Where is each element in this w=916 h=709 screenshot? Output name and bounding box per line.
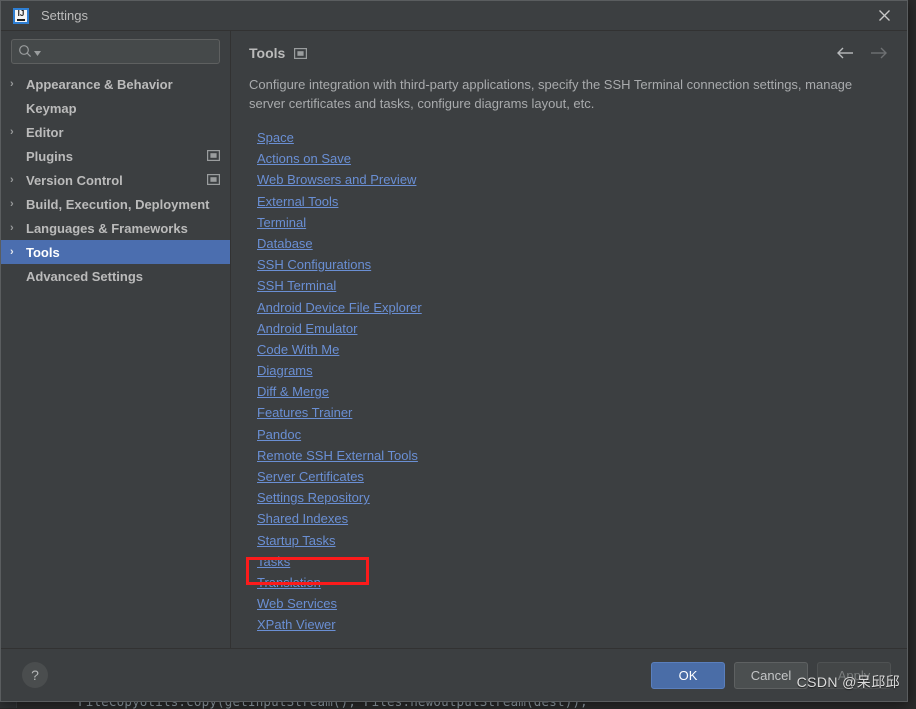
tool-link-server-certificates[interactable]: Server Certificates bbox=[257, 466, 364, 487]
sidebar-item-plugins[interactable]: › Plugins bbox=[1, 144, 230, 168]
settings-tree: › Appearance & Behavior › Keymap › Edito… bbox=[1, 70, 230, 648]
close-icon[interactable] bbox=[861, 1, 907, 30]
sidebar-item-label: Appearance & Behavior bbox=[26, 76, 173, 92]
sidebar-item-label: Editor bbox=[26, 124, 64, 140]
page-description: Configure integration with third-party a… bbox=[249, 77, 853, 111]
dialog-title-bar: IJ Settings bbox=[1, 1, 907, 30]
tool-link-ssh-configurations[interactable]: SSH Configurations bbox=[257, 254, 371, 275]
tool-link-settings-repository[interactable]: Settings Repository bbox=[257, 487, 370, 508]
chevron-down-icon bbox=[34, 51, 41, 56]
tool-link-ssh-terminal[interactable]: SSH Terminal bbox=[257, 275, 336, 296]
chevron-right-icon: › bbox=[10, 77, 14, 90]
search-container bbox=[1, 31, 230, 70]
chevron-right-icon: › bbox=[10, 125, 14, 138]
tool-link-translation[interactable]: Translation bbox=[257, 572, 321, 593]
sidebar-item-label: Build, Execution, Deployment bbox=[26, 196, 210, 212]
sidebar-item-appearance-behavior[interactable]: › Appearance & Behavior bbox=[1, 72, 230, 96]
chevron-right-icon: › bbox=[10, 245, 14, 258]
intellij-logo-icon: IJ bbox=[13, 7, 29, 24]
project-scope-icon bbox=[294, 47, 308, 59]
sidebar-item-label: Keymap bbox=[26, 100, 77, 116]
tool-link-terminal[interactable]: Terminal bbox=[257, 212, 306, 233]
tool-link-shared-indexes[interactable]: Shared Indexes bbox=[257, 508, 348, 529]
apply-button: Apply bbox=[817, 661, 891, 689]
tool-link-code-with-me[interactable]: Code With Me bbox=[257, 339, 339, 360]
chevron-right-icon: › bbox=[10, 197, 14, 210]
dialog-body: › Appearance & Behavior › Keymap › Edito… bbox=[1, 30, 907, 648]
tool-link-pandoc[interactable]: Pandoc bbox=[257, 424, 301, 445]
intellij-logo-text: IJ bbox=[17, 8, 25, 18]
content-header: Tools bbox=[231, 31, 907, 61]
tool-link-database[interactable]: Database bbox=[257, 233, 313, 254]
help-icon[interactable]: ? bbox=[22, 662, 48, 688]
project-scope-badge-icon bbox=[207, 149, 221, 164]
page-title: Tools bbox=[249, 45, 286, 61]
tool-links-list: Space Actions on Save Web Browsers and P… bbox=[231, 127, 907, 636]
tool-link-diagrams[interactable]: Diagrams bbox=[257, 360, 313, 381]
navigation-buttons bbox=[835, 46, 889, 60]
cancel-button[interactable]: Cancel bbox=[734, 661, 808, 689]
search-box[interactable] bbox=[11, 39, 220, 64]
search-input[interactable] bbox=[41, 41, 213, 62]
tool-link-space[interactable]: Space bbox=[257, 127, 294, 148]
tool-link-remote-ssh-external-tools[interactable]: Remote SSH External Tools bbox=[257, 445, 418, 466]
sidebar-item-build-execution-deployment[interactable]: › Build, Execution, Deployment bbox=[1, 192, 230, 216]
sidebar-item-label: Version Control bbox=[26, 172, 123, 188]
tool-link-diff-and-merge[interactable]: Diff & Merge bbox=[257, 381, 329, 402]
dialog-title: Settings bbox=[41, 8, 88, 23]
settings-dialog: IJ Settings › Appearance & Behavior Keym… bbox=[0, 0, 908, 702]
sidebar-item-version-control[interactable]: › Version Control bbox=[1, 168, 230, 192]
sidebar-item-editor[interactable]: › Editor bbox=[1, 120, 230, 144]
tool-link-android-emulator[interactable]: Android Emulator bbox=[257, 318, 357, 339]
tool-link-web-services[interactable]: Web Services bbox=[257, 593, 337, 614]
sidebar-item-tools[interactable]: › Tools bbox=[1, 240, 230, 264]
settings-sidebar: › Appearance & Behavior › Keymap › Edito… bbox=[1, 31, 231, 648]
arrow-right-icon bbox=[869, 46, 889, 60]
tool-link-external-tools[interactable]: External Tools bbox=[257, 191, 338, 212]
chevron-right-icon: › bbox=[10, 173, 14, 186]
settings-content-pane: Tools Configure integration with third-p… bbox=[231, 31, 907, 648]
tool-link-android-device-file-explorer[interactable]: Android Device File Explorer bbox=[257, 297, 422, 318]
sidebar-item-label: Plugins bbox=[26, 148, 73, 164]
dialog-footer: ? OK Cancel Apply bbox=[1, 648, 907, 701]
tool-link-xpath-viewer[interactable]: XPath Viewer bbox=[257, 614, 336, 635]
tool-link-web-browsers-and-preview[interactable]: Web Browsers and Preview bbox=[257, 169, 416, 190]
arrow-left-icon[interactable] bbox=[835, 46, 855, 60]
tool-link-startup-tasks[interactable]: Startup Tasks bbox=[257, 530, 336, 551]
sidebar-item-label: Advanced Settings bbox=[26, 268, 144, 284]
search-icon bbox=[19, 45, 32, 58]
sidebar-item-advanced-settings[interactable]: › Advanced Settings bbox=[1, 264, 230, 288]
sidebar-item-label: Languages & Frameworks bbox=[26, 220, 188, 236]
dialog-action-buttons: OK Cancel Apply bbox=[651, 661, 891, 689]
sidebar-item-label: Tools bbox=[26, 244, 60, 260]
tool-link-features-trainer[interactable]: Features Trainer bbox=[257, 402, 352, 423]
project-scope-badge-icon bbox=[207, 173, 221, 188]
tool-link-actions-on-save[interactable]: Actions on Save bbox=[257, 148, 351, 169]
chevron-right-icon: › bbox=[10, 221, 14, 234]
sidebar-item-languages-frameworks[interactable]: › Languages & Frameworks bbox=[1, 216, 230, 240]
sidebar-item-keymap[interactable]: › Keymap bbox=[1, 96, 230, 120]
tool-link-tasks[interactable]: Tasks bbox=[257, 551, 290, 572]
ok-button[interactable]: OK bbox=[651, 661, 725, 689]
